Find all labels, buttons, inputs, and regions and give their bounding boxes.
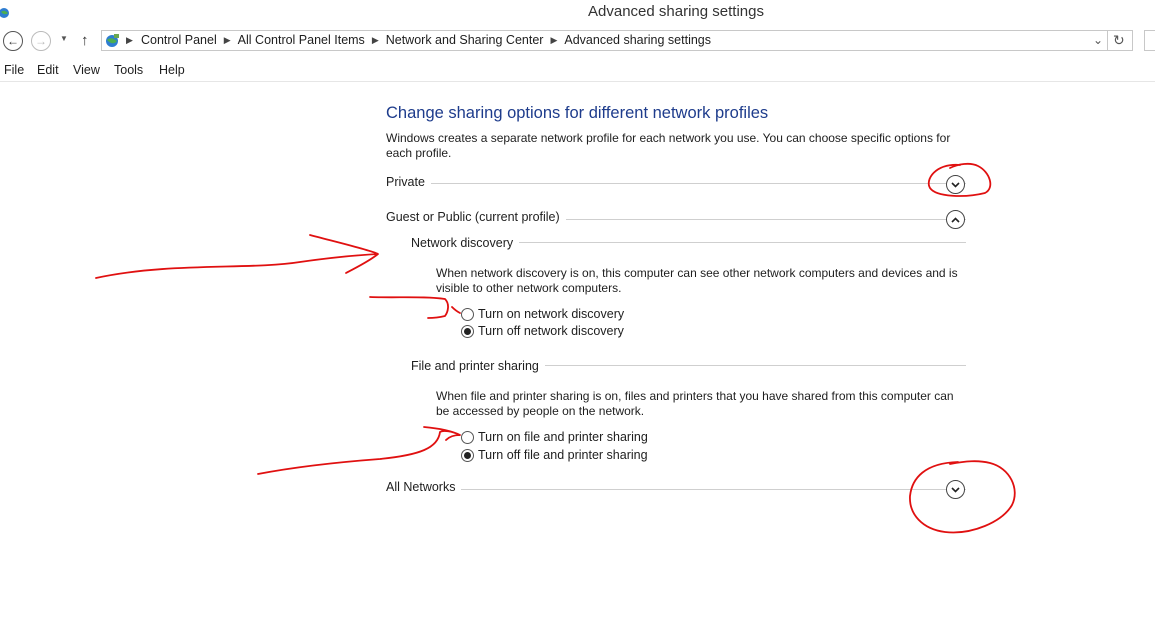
intro-text: Windows creates a separate network profi…: [386, 131, 951, 160]
expand-all-networks-button[interactable]: [946, 480, 965, 499]
forward-button[interactable]: →: [31, 31, 51, 51]
breadcrumb-item[interactable]: All Control Panel Items: [238, 33, 365, 47]
radio-label[interactable]: Turn on file and printer sharing: [478, 430, 648, 444]
recent-locations-button[interactable]: ▼: [60, 34, 68, 43]
annotation-circle: [909, 460, 1016, 534]
chevron-down-icon: [951, 181, 960, 188]
search-box[interactable]: [1144, 30, 1155, 51]
chevron-down-icon: ▼: [60, 34, 68, 43]
radio-file-sharing-on[interactable]: Turn on file and printer sharing: [461, 430, 648, 444]
divider: [386, 183, 966, 184]
refresh-button[interactable]: ↻: [1113, 32, 1125, 49]
network-globe-icon: [106, 34, 119, 47]
annotation-arrow: [257, 426, 461, 475]
radio-button[interactable]: [461, 430, 474, 444]
file-printer-sharing-header: File and printer sharing: [411, 359, 545, 373]
breadcrumb-separator[interactable]: ▶: [224, 35, 231, 46]
up-arrow-icon: ↑: [81, 32, 89, 49]
divider: [1107, 30, 1108, 51]
menu-help[interactable]: Help: [159, 63, 185, 77]
red-annotation-overlay: [95, 162, 1016, 534]
address-dropdown-button[interactable]: ⌄: [1093, 33, 1103, 47]
radio-label[interactable]: Turn off network discovery: [478, 324, 624, 338]
radio-button[interactable]: [461, 448, 474, 462]
radio-label[interactable]: Turn on network discovery: [478, 307, 624, 321]
radio-button[interactable]: [461, 324, 474, 338]
annotation-arrow: [369, 296, 461, 319]
network-discovery-header: Network discovery: [411, 236, 520, 250]
menu-view[interactable]: View: [73, 63, 100, 77]
breadcrumb-separator[interactable]: ▶: [372, 35, 379, 46]
collapse-guest-public-button[interactable]: [946, 210, 965, 229]
chevron-down-icon: ⌄: [1093, 33, 1104, 47]
menu-file[interactable]: File: [4, 63, 24, 77]
radio-label[interactable]: Turn off file and printer sharing: [478, 448, 648, 462]
breadcrumb-item[interactable]: Advanced sharing settings: [564, 33, 711, 47]
file-printer-sharing-description: When file and printer sharing is on, fil…: [436, 389, 954, 418]
breadcrumb-separator: ▶: [126, 35, 133, 45]
expand-private-button[interactable]: [946, 175, 965, 194]
up-button[interactable]: ↑: [81, 32, 89, 49]
radio-network-discovery-on[interactable]: Turn on network discovery: [461, 307, 624, 321]
window-title: Advanced sharing settings: [588, 3, 764, 20]
network-discovery-description: When network discovery is on, this compu…: [436, 266, 958, 295]
refresh-icon: ↻: [1113, 32, 1125, 48]
breadcrumb-separator[interactable]: ▶: [550, 35, 557, 46]
breadcrumb: Control Panel ▶ All Control Panel Items …: [141, 33, 711, 47]
breadcrumb-item[interactable]: Control Panel: [141, 33, 217, 47]
radio-button[interactable]: [461, 307, 474, 321]
chevron-up-icon: [951, 216, 960, 223]
breadcrumb-item[interactable]: Network and Sharing Center: [386, 33, 544, 47]
profile-all-networks-header[interactable]: All Networks: [386, 480, 462, 494]
divider: [386, 489, 966, 490]
back-button[interactable]: ←: [3, 31, 23, 51]
annotation-arrow: [95, 234, 379, 279]
radio-file-sharing-off[interactable]: Turn off file and printer sharing: [461, 448, 648, 462]
profile-private-header[interactable]: Private: [386, 175, 431, 189]
back-arrow-icon: ←: [7, 34, 19, 48]
radio-network-discovery-off[interactable]: Turn off network discovery: [461, 324, 624, 338]
forward-arrow-icon: →: [35, 34, 47, 48]
profile-guest-public-header[interactable]: Guest or Public (current profile): [386, 210, 566, 224]
menu-edit[interactable]: Edit: [37, 63, 59, 77]
menu-tools[interactable]: Tools: [114, 63, 143, 77]
page-title: Change sharing options for different net…: [386, 104, 769, 122]
chevron-down-icon: [951, 486, 960, 493]
